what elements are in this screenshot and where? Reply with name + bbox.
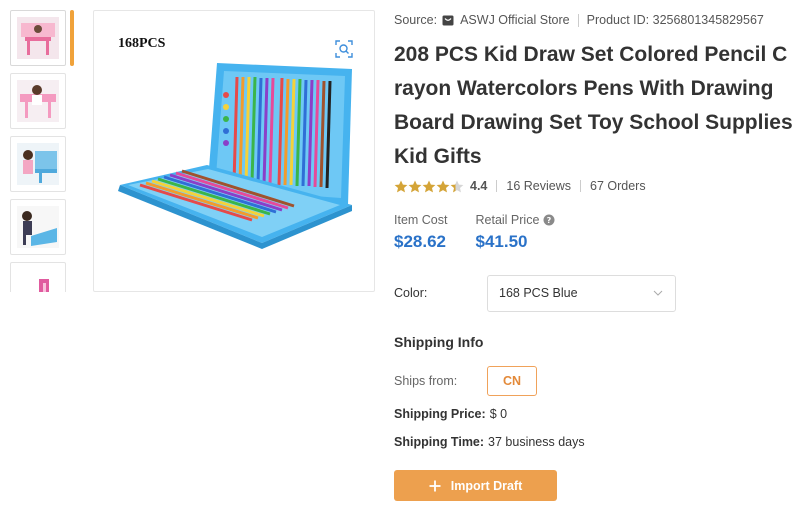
svg-text:?: ? [547, 216, 552, 225]
product-id: Product ID: 3256801345829567 [586, 13, 764, 27]
source-line: Source: ASWJ Official Store Product ID: … [394, 13, 764, 27]
star-icon [394, 180, 408, 192]
color-selected-value: 168 PCS Blue [499, 286, 578, 300]
image-overlay-label: 168PCS [118, 36, 166, 51]
thumbnail-1[interactable] [10, 10, 66, 66]
divider [580, 180, 582, 192]
shipping-price-label: Shipping Price: [394, 407, 486, 421]
shipping-time-value: 37 business days [488, 435, 585, 449]
plus-icon [429, 480, 441, 491]
thumbnail-4[interactable] [10, 199, 66, 255]
drawing-set-case-illustration [118, 63, 352, 249]
ships-from-option[interactable]: CN [487, 366, 537, 396]
main-product-image[interactable]: 168PCS [93, 10, 375, 292]
retail-price-value: $41.50 [475, 232, 528, 251]
star-icon [408, 180, 422, 192]
thumbnail-strip [10, 10, 76, 292]
color-select[interactable]: 168 PCS Blue [487, 275, 676, 312]
product-photo-icon [17, 269, 59, 292]
divider [496, 180, 498, 192]
chevron-down-icon [653, 290, 663, 296]
item-cost-label: Item Cost [394, 213, 448, 227]
shipping-price-row: Shipping Price: $ 0 [394, 407, 507, 421]
color-label: Color: [394, 286, 428, 300]
shipping-time-row: Shipping Time: 37 business days [394, 435, 585, 449]
reviews-count[interactable]: 16 Reviews [506, 179, 571, 193]
source-label: Source: [394, 13, 438, 27]
store-name-link[interactable]: ASWJ Official Store [460, 13, 570, 27]
help-icon[interactable]: ? [543, 214, 555, 226]
thumbnail-2[interactable] [10, 73, 66, 129]
thumbnail-3[interactable] [10, 136, 66, 192]
product-photo-icon [17, 143, 59, 185]
star-half-icon [450, 180, 464, 192]
product-photo-icon [17, 17, 59, 59]
import-draft-button[interactable]: Import Draft [394, 470, 557, 501]
price-block: Item Cost $28.62 Retail Price ? $41.50 [394, 213, 583, 252]
product-photo-icon [17, 80, 59, 122]
ships-from-label: Ships from: [394, 374, 458, 388]
retail-price: Retail Price ? $41.50 [476, 213, 556, 252]
import-draft-label: Import Draft [450, 478, 523, 493]
retail-price-label-row: Retail Price ? [476, 213, 556, 227]
divider [577, 13, 579, 27]
shipping-info-title: Shipping Info [394, 334, 484, 350]
product-title: 208 PCS Kid Draw Set Colored Pencil Cray… [394, 43, 793, 168]
star-rating [394, 180, 464, 193]
thumbnail-scrollbar[interactable] [70, 10, 74, 66]
star-icon [422, 180, 436, 192]
orders-count: 67 Orders [590, 179, 646, 193]
product-photo-icon [17, 206, 59, 248]
thumbnail-5[interactable] [10, 262, 66, 292]
retail-price-label: Retail Price [475, 213, 540, 227]
star-icon [436, 180, 450, 192]
item-cost: Item Cost $28.62 [394, 213, 448, 252]
shipping-time-label: Shipping Time: [394, 435, 485, 449]
shipping-price-value: $ 0 [489, 407, 508, 421]
rating-line: 4.4 16 Reviews 67 Orders [394, 179, 646, 193]
store-icon [442, 15, 454, 25]
rating-value: 4.4 [470, 179, 488, 193]
item-cost-value: $28.62 [394, 232, 446, 251]
